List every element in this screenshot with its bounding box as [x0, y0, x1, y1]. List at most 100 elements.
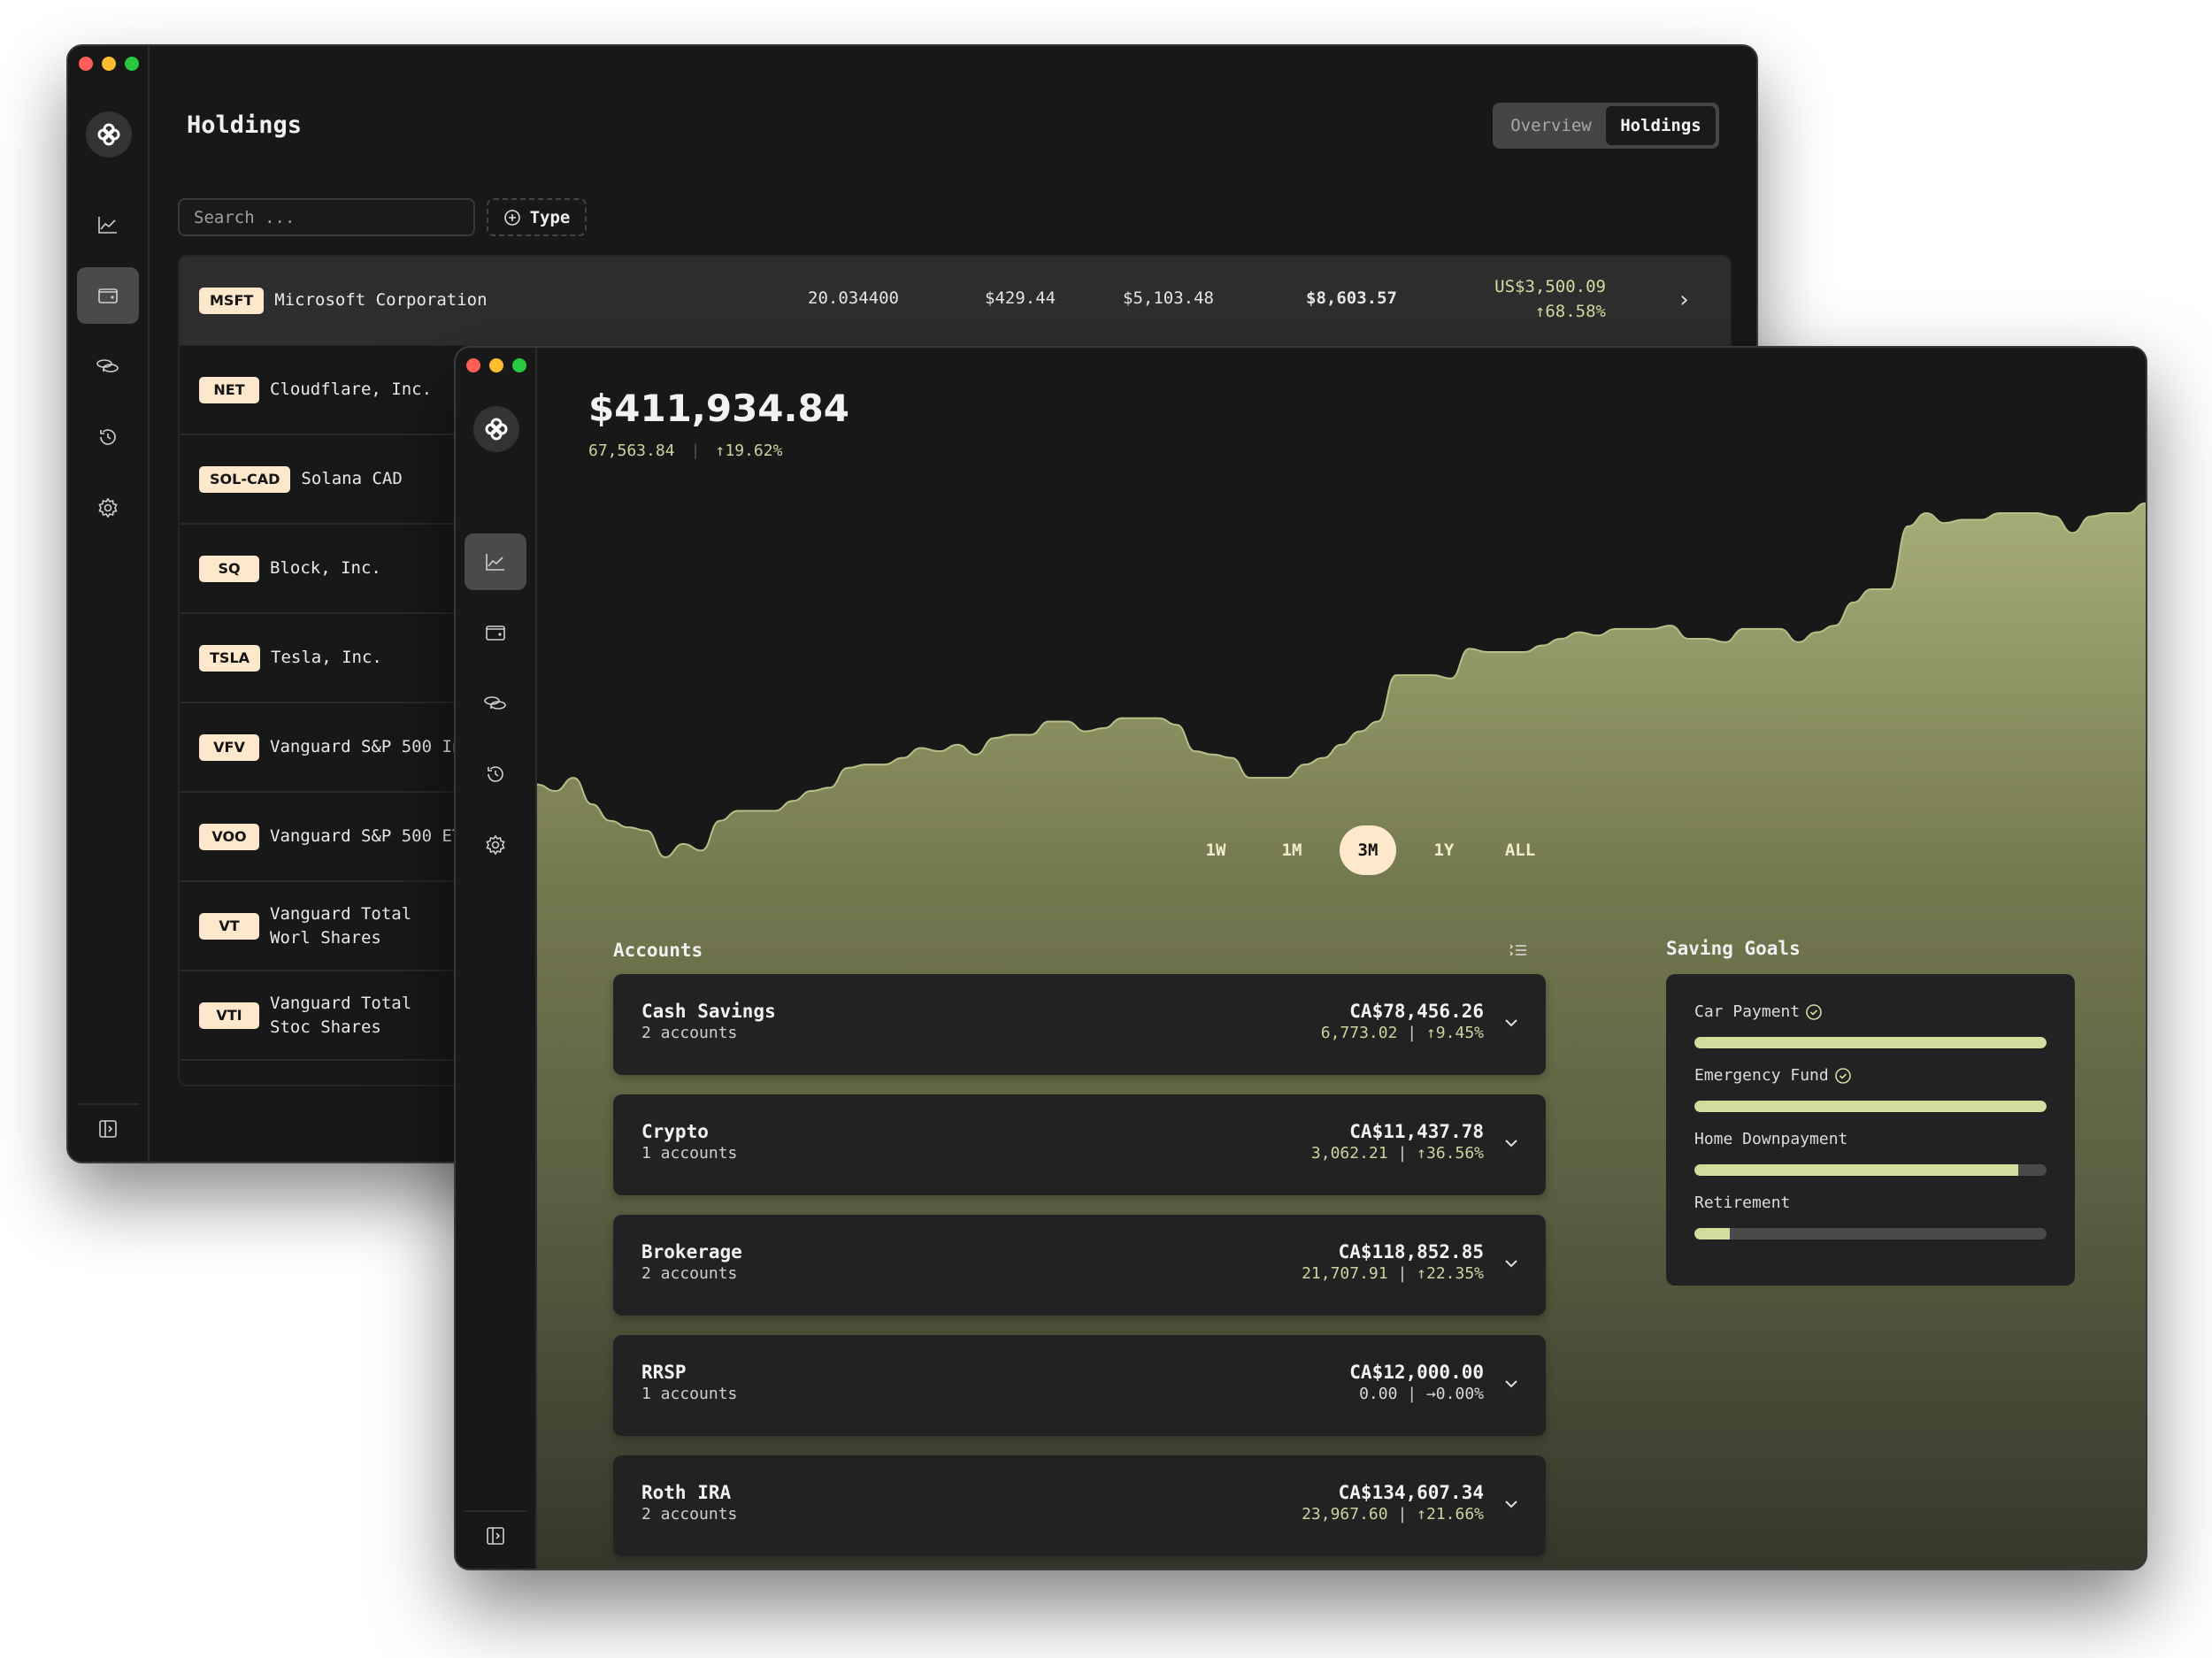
- account-change-pct: →0.00%: [1425, 1385, 1484, 1403]
- chevron-down-icon[interactable]: [1503, 1376, 1519, 1393]
- nav-dashboard[interactable]: [77, 196, 139, 253]
- minimize-window-button[interactable]: [102, 57, 116, 71]
- account-card[interactable]: RRSP 1 accounts CA$12,000.00 0.00 | →0.0…: [613, 1335, 1546, 1436]
- range-1y[interactable]: 1Y: [1416, 825, 1472, 875]
- account-name: RRSP: [641, 1362, 687, 1383]
- history-icon: [100, 429, 116, 445]
- tab-holdings[interactable]: Holdings: [1606, 106, 1716, 145]
- range-1w[interactable]: 1W: [1187, 825, 1244, 875]
- account-card[interactable]: Crypto 1 accounts CA$11,437.78 3,062.21 …: [613, 1094, 1546, 1195]
- account-card[interactable]: Brokerage 2 accounts CA$118,852.85 21,70…: [613, 1215, 1546, 1316]
- tab-overview[interactable]: Overview: [1496, 106, 1606, 145]
- wallet-icon: [486, 626, 505, 641]
- type-filter-button[interactable]: Type: [487, 198, 587, 236]
- holding-name: Microsoft Corporation: [274, 290, 488, 310]
- range-1m[interactable]: 1M: [1263, 825, 1320, 875]
- goal-progress-bar: [1694, 1164, 2047, 1176]
- portfolio-change: 67,563.84 ↑19.62%: [588, 441, 782, 460]
- time-range-selector: 1W 1M 3M 1Y ALL: [537, 825, 2146, 875]
- view-switcher: Overview Holdings: [1493, 103, 1719, 149]
- holding-market-value: $8,603.57: [1306, 288, 1397, 308]
- holding-name: Vanguard Total Stoc Shares: [270, 993, 412, 1037]
- ticker-badge: VT: [199, 912, 259, 940]
- ticker-badge: NET: [199, 376, 259, 403]
- app-logo[interactable]: [86, 111, 132, 157]
- chevron-down-icon[interactable]: [1503, 1255, 1519, 1272]
- goal-progress-bar: [1694, 1037, 2047, 1048]
- wallet-icon: [98, 288, 118, 303]
- holding-row[interactable]: MSFT Microsoft Corporation 20.034400 $42…: [180, 257, 1730, 346]
- account-change-amount: 21,707.91: [1302, 1264, 1388, 1283]
- saving-goals-card: Car Payment Emergency Fund Home Downpaym…: [1666, 974, 2075, 1286]
- chart-line-icon: [486, 554, 504, 571]
- account-name: Roth IRA: [641, 1482, 732, 1503]
- account-change-amount: 3,062.21: [1310, 1144, 1388, 1163]
- chevron-down-icon[interactable]: [1503, 1496, 1519, 1513]
- account-count: 1 accounts: [641, 1144, 738, 1163]
- portfolio-change-amount: 67,563.84: [588, 441, 675, 460]
- account-change: 0.00 | →0.00%: [1359, 1385, 1484, 1403]
- sidebar: [68, 46, 150, 1162]
- logo-icon: [485, 418, 508, 441]
- account-change-pct: ↑9.45%: [1425, 1024, 1484, 1042]
- nav-dashboard[interactable]: [465, 533, 526, 590]
- goal-progress-fill: [1694, 1037, 2047, 1048]
- account-change-pct: ↑22.35%: [1417, 1264, 1484, 1283]
- nav-holdings[interactable]: [77, 267, 139, 324]
- dashboard-window: $411,934.84 67,563.84 ↑19.62% 1W 1M 3M 1…: [454, 346, 2147, 1570]
- close-window-button[interactable]: [466, 358, 480, 372]
- type-filter-label: Type: [529, 207, 571, 227]
- account-change-amount: 0.00: [1359, 1385, 1398, 1403]
- gear-icon: [98, 497, 118, 518]
- nav-settings[interactable]: [77, 480, 139, 536]
- account-value: CA$11,437.78: [1349, 1121, 1484, 1142]
- chevron-right-icon[interactable]: ›: [1677, 287, 1691, 313]
- minimize-window-button[interactable]: [489, 358, 503, 372]
- account-value: CA$118,852.85: [1338, 1241, 1484, 1263]
- maximize-window-button[interactable]: [125, 57, 139, 71]
- saving-goals-heading: Saving Goals: [1666, 938, 1801, 959]
- account-change: 21,707.91 | ↑22.35%: [1302, 1264, 1484, 1283]
- account-value: CA$12,000.00: [1349, 1362, 1484, 1383]
- group-toggle-button[interactable]: [1509, 942, 1528, 962]
- app-logo[interactable]: [473, 406, 519, 452]
- account-card[interactable]: Cash Savings 2 accounts CA$78,456.26 6,7…: [613, 974, 1546, 1075]
- range-all[interactable]: ALL: [1492, 825, 1548, 875]
- chevron-down-icon[interactable]: [1503, 1015, 1519, 1032]
- account-card[interactable]: Roth IRA 2 accounts CA$134,607.34 23,967…: [613, 1455, 1546, 1556]
- sidebar-expand-icon: [99, 1120, 117, 1138]
- range-3m[interactable]: 3M: [1340, 825, 1396, 875]
- holding-gain-pct: ↑68.58%: [1534, 302, 1606, 321]
- nav-coins[interactable]: [465, 675, 526, 732]
- ticker-badge: VFV: [199, 733, 259, 761]
- holding-price: $429.44: [985, 288, 1056, 308]
- sidebar: [456, 348, 537, 1569]
- history-icon: [488, 766, 503, 782]
- ticker-badge: TSLA: [199, 644, 261, 672]
- holding-name: Vanguard Total Worl Shares: [270, 903, 412, 948]
- goal-label: Home Downpayment: [1694, 1130, 1848, 1148]
- nav-holdings[interactable]: [465, 604, 526, 661]
- check-circle-icon: [1806, 1003, 1823, 1020]
- account-change-pct: ↑21.66%: [1417, 1505, 1484, 1524]
- goal-progress-fill: [1694, 1228, 1730, 1240]
- goal-progress-bar: [1694, 1228, 2047, 1240]
- ticker-badge: VOO: [199, 823, 259, 850]
- nav-settings[interactable]: [465, 817, 526, 873]
- maximize-window-button[interactable]: [512, 358, 526, 372]
- toggle-sidebar-button[interactable]: [77, 1103, 139, 1153]
- goal-item: Emergency Fund: [1694, 1066, 2047, 1112]
- account-change: 3,062.21 | ↑36.56%: [1310, 1144, 1484, 1163]
- nav-coins[interactable]: [77, 338, 139, 395]
- close-window-button[interactable]: [79, 57, 93, 71]
- coins-icon: [96, 359, 119, 372]
- goal-item: Retirement: [1694, 1194, 2047, 1240]
- nav-history[interactable]: [77, 409, 139, 465]
- nav-history[interactable]: [465, 746, 526, 802]
- account-count: 2 accounts: [641, 1024, 738, 1042]
- ticker-badge: VTI: [199, 1002, 259, 1029]
- chevron-down-icon[interactable]: [1503, 1135, 1519, 1152]
- search-input[interactable]: [178, 198, 475, 236]
- dashboard-main: $411,934.84 67,563.84 ↑19.62% 1W 1M 3M 1…: [537, 348, 2146, 1569]
- toggle-sidebar-button[interactable]: [465, 1510, 526, 1560]
